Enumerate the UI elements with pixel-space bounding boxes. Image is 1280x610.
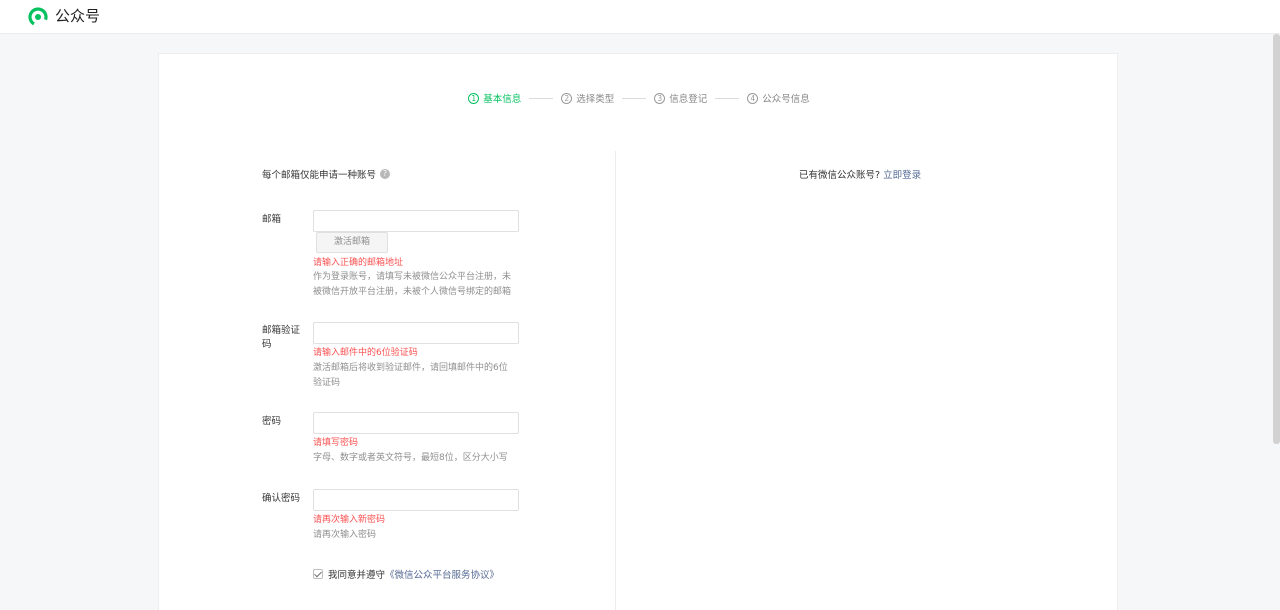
step-basic-info: 1 基本信息 [468, 91, 521, 105]
confirm-password-input[interactable] [313, 489, 519, 511]
activate-email-button[interactable]: 激活邮箱 [316, 232, 388, 253]
agreement-checkbox[interactable] [313, 569, 323, 579]
login-question: 已有微信公众账号? [799, 170, 881, 181]
confirm-password-tip: 请再次输入密码 [313, 530, 377, 540]
email-input[interactable] [313, 210, 519, 232]
password-tip: 字母、数字或者英文符号，最短8位，区分大小写 [313, 453, 508, 463]
step-label: 基本信息 [483, 94, 522, 105]
step-number: 4 [747, 92, 759, 104]
email-note-text: 每个邮箱仅能申请一种账号 [262, 170, 377, 181]
app-title[interactable]: 公众号 [55, 6, 100, 26]
step-number: 1 [468, 92, 480, 104]
step-connector [622, 97, 647, 99]
agreement-link[interactable]: 《微信公众平台服务协议》 [385, 567, 499, 581]
step-label: 选择类型 [576, 94, 615, 105]
password-input[interactable] [313, 412, 519, 434]
verify-code-label: 邮箱验证码 [262, 325, 301, 350]
password-label: 密码 [262, 416, 282, 427]
agreement-text: 我同意并遵守 [328, 570, 386, 581]
verify-code-error: 请输入邮件中的6位验证码 [313, 348, 418, 358]
step-connector [529, 97, 554, 99]
column-divider [615, 151, 616, 610]
password-error: 请填写密码 [313, 438, 359, 448]
login-hint: 已有微信公众账号? 立即登录 [799, 167, 921, 181]
email-note: 每个邮箱仅能申请一种账号 ? [262, 167, 391, 181]
login-link[interactable]: 立即登录 [883, 170, 921, 181]
confirm-password-error: 请再次输入新密码 [313, 515, 386, 525]
verify-code-input[interactable] [313, 322, 519, 344]
wechat-official-account-logo-icon[interactable] [28, 7, 48, 27]
help-icon[interactable]: ? [380, 169, 391, 179]
step-connector [715, 97, 740, 99]
verify-code-tip: 激活邮箱后将收到验证邮件，请回填邮件中的6位验证码 [313, 363, 508, 388]
step-number: 3 [654, 92, 666, 104]
confirm-password-label: 确认密码 [262, 493, 301, 504]
step-label: 信息登记 [669, 94, 708, 105]
agreement-row: 我同意并遵守 《微信公众平台服务协议》 [313, 567, 499, 581]
step-label: 公众号信息 [762, 94, 810, 105]
email-tip: 作为登录账号，请填写未被微信公众平台注册，未被微信开放平台注册，未被个人微信号绑… [313, 272, 512, 297]
register-card: 1 基本信息 2 选择类型 3 信息登记 4 公众号信息 每个邮箱仅能申请一种账… [158, 53, 1118, 610]
email-error: 请输入正确的邮箱地址 [313, 258, 404, 268]
step-account-info: 4 公众号信息 [747, 91, 810, 105]
step-select-type: 2 选择类型 [561, 91, 614, 105]
page-scrollbar[interactable] [1273, 34, 1280, 444]
step-info-register: 3 信息登记 [654, 91, 707, 105]
step-number: 2 [561, 92, 573, 104]
top-bar: 公众号 [0, 0, 1280, 34]
step-progress: 1 基本信息 2 选择类型 3 信息登记 4 公众号信息 [159, 90, 1119, 106]
email-label: 邮箱 [262, 214, 282, 225]
